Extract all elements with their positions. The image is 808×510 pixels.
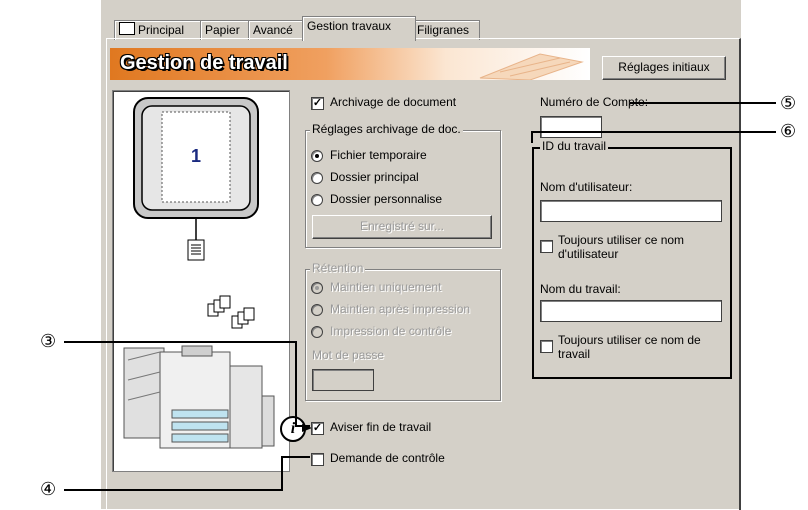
- callout-lines: [64, 102, 776, 491]
- tab-gestion-travaux[interactable]: Gestion travaux: [302, 16, 416, 41]
- callout-5: ⑤: [780, 93, 797, 113]
- callout-4: ④: [40, 479, 57, 499]
- callout-6: ⑥: [780, 121, 797, 141]
- callout-3: ③: [40, 331, 57, 351]
